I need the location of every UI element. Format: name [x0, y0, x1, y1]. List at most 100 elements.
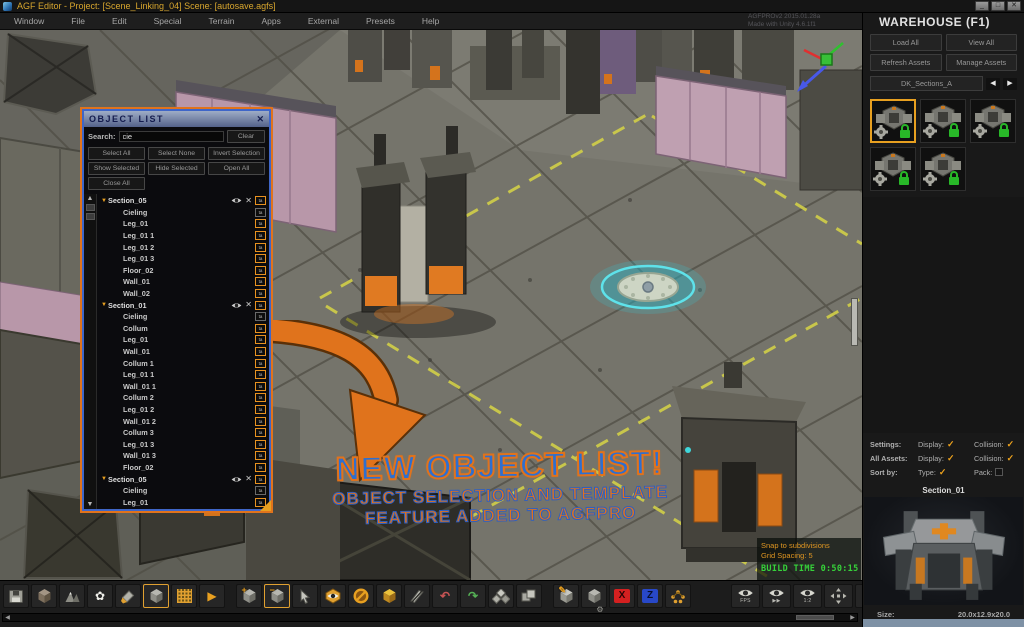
scroll-down-icon[interactable]: ▼ — [87, 501, 94, 508]
expand-caret-icon[interactable]: ▼ — [100, 198, 108, 204]
cube-select-button[interactable] — [143, 584, 169, 608]
scroll-up-icon[interactable]: ▲ — [87, 195, 94, 202]
checkbox-empty[interactable] — [995, 468, 1003, 476]
z-sort-button[interactable]: Z — [637, 584, 663, 608]
close-icon[interactable]: ✕ — [256, 114, 264, 125]
tree-row[interactable]: Wall_01ta — [97, 346, 269, 358]
menu-edit[interactable]: Edit — [112, 16, 127, 26]
scroll-left-icon[interactable]: ◀ — [3, 614, 12, 621]
pan-view-button[interactable] — [824, 584, 853, 608]
no-entry-button[interactable] — [348, 584, 374, 608]
template-icon[interactable]: ta — [255, 347, 266, 356]
close-button[interactable]: ✕ — [1007, 1, 1021, 11]
tree-row[interactable]: Wall_01 1ta — [97, 381, 269, 393]
template-icon[interactable]: ta — [255, 301, 266, 310]
template-icon[interactable]: ta — [255, 359, 266, 368]
template-icon[interactable]: ta — [255, 382, 266, 391]
scroll-right-icon[interactable]: ▶ — [848, 614, 857, 621]
tree-row[interactable]: Collumta — [97, 323, 269, 335]
template-icon[interactable]: ta — [255, 277, 266, 286]
cube-edit-button[interactable]: ✎ — [553, 584, 579, 608]
particles-button[interactable] — [665, 584, 691, 608]
redo-button[interactable]: ↷ — [460, 584, 486, 608]
tree-row[interactable]: Leg_01 1ta — [97, 508, 269, 509]
tree-row[interactable]: Collum 2ta — [97, 392, 269, 404]
open-all-button[interactable]: Open All — [208, 162, 265, 175]
tree-row[interactable]: Leg_01 1ta — [97, 369, 269, 381]
tree-row[interactable]: Leg_01 1ta — [97, 230, 269, 242]
template-icon[interactable]: ta — [255, 254, 266, 263]
select-none-button[interactable]: Select None — [148, 147, 205, 160]
scrollbar-thumb[interactable] — [86, 213, 95, 220]
view-all-button[interactable]: View All — [946, 34, 1018, 51]
resize-handle[interactable] — [260, 500, 271, 511]
template-icon[interactable]: ta — [255, 463, 266, 472]
camera-views-button[interactable]: 1:2 — [793, 584, 822, 608]
tree-row[interactable]: Wall_02ta — [97, 288, 269, 300]
gold-cube-button[interactable] — [376, 584, 402, 608]
restore-button[interactable]: □ — [991, 1, 1005, 11]
expand-caret-icon[interactable]: ▼ — [100, 302, 108, 308]
object-list-header[interactable]: OBJECT LIST ✕ — [84, 111, 269, 127]
tree-row[interactable]: Leg_01 2ta — [97, 404, 269, 416]
expand-caret-icon[interactable]: ▼ — [100, 476, 108, 482]
cube-remove-button[interactable]: − — [264, 584, 290, 608]
tree-row[interactable]: Wall_01 2ta — [97, 415, 269, 427]
template-icon[interactable]: ta — [255, 440, 266, 449]
visibility-eye-icon[interactable] — [231, 302, 242, 309]
invert-selection-button[interactable]: Invert Selection — [208, 147, 265, 160]
undo-button[interactable]: ↶ — [432, 584, 458, 608]
cube-gear-button[interactable]: ⚙ — [581, 584, 607, 608]
tree-row[interactable]: Leg_01ta — [97, 218, 269, 230]
close-all-button[interactable]: Close All — [88, 177, 145, 190]
template-icon[interactable]: ta — [255, 219, 266, 228]
tree-row[interactable]: Leg_01 2ta — [97, 241, 269, 253]
cube-pair-button[interactable] — [516, 584, 542, 608]
tree-row[interactable]: Floor_02ta — [97, 265, 269, 277]
menu-presets[interactable]: Presets — [366, 16, 395, 26]
cut-button[interactable] — [404, 584, 430, 608]
cube-cluster-button[interactable] — [488, 584, 514, 608]
checkmark-icon[interactable]: ✓ — [1007, 440, 1015, 448]
tree-row[interactable]: Cielingta — [97, 207, 269, 219]
asset-thumbnail[interactable] — [870, 147, 916, 191]
template-icon[interactable]: ta — [255, 370, 266, 379]
save-button[interactable] — [3, 584, 29, 608]
template-icon[interactable]: ta — [255, 486, 266, 495]
visibility-eye-icon[interactable] — [231, 197, 242, 204]
asset-thumbnail[interactable] — [870, 99, 916, 143]
show-selected-button[interactable]: Show Selected — [88, 162, 145, 175]
tree-row[interactable]: Wall_01 3ta — [97, 450, 269, 462]
refresh-assets-button[interactable]: Refresh Assets — [870, 54, 942, 71]
template-icon[interactable]: ta — [255, 208, 266, 217]
template-icon[interactable]: ta — [255, 231, 266, 240]
template-icon[interactable]: ta — [255, 196, 266, 205]
asset-thumbnail[interactable] — [920, 147, 966, 191]
checkmark-icon[interactable]: ✓ — [947, 440, 955, 448]
pack-selector[interactable]: DK_Sections_A — [870, 76, 983, 91]
checkmark-icon[interactable]: ✓ — [1007, 454, 1015, 462]
template-icon[interactable]: ta — [255, 335, 266, 344]
tree-row[interactable]: Cielingta — [97, 311, 269, 323]
playback-view-button[interactable]: ▶▶ — [762, 584, 791, 608]
tree-row[interactable]: Leg_01ta — [97, 496, 269, 508]
template-icon[interactable]: ta — [255, 266, 266, 275]
tree-row[interactable]: Collum 1ta — [97, 357, 269, 369]
manage-assets-button[interactable]: Manage Assets — [946, 54, 1018, 71]
asset-preview-3d[interactable] — [864, 497, 1023, 605]
menu-terrain[interactable]: Terrain — [208, 16, 234, 26]
visibility-eye-icon[interactable] — [231, 476, 242, 483]
template-icon[interactable]: ta — [255, 417, 266, 426]
delete-x-icon[interactable]: ✕ — [245, 197, 252, 205]
tree-row[interactable]: Leg_01ta — [97, 334, 269, 346]
menu-apps[interactable]: Apps — [261, 16, 280, 26]
rock-button[interactable] — [31, 584, 57, 608]
tree-row[interactable]: Leg_01 3ta — [97, 438, 269, 450]
menu-file[interactable]: File — [71, 16, 85, 26]
menu-special[interactable]: Special — [154, 16, 182, 26]
template-icon[interactable]: ta — [255, 405, 266, 414]
template-icon[interactable]: ta — [255, 289, 266, 298]
template-icon[interactable]: ta — [255, 393, 266, 402]
template-icon[interactable]: ta — [255, 243, 266, 252]
checkmark-icon[interactable]: ✓ — [947, 454, 955, 462]
